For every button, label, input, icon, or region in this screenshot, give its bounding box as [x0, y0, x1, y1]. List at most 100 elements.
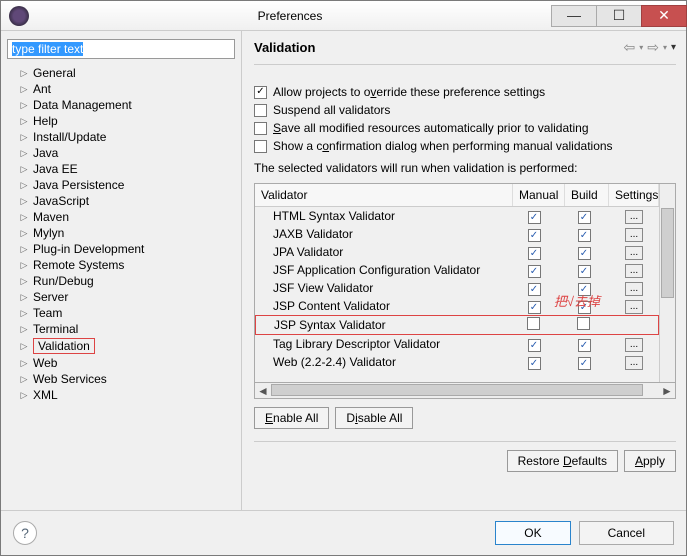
back-icon[interactable]: ⇦	[623, 39, 635, 56]
build-checkbox[interactable]	[578, 211, 591, 224]
ok-button[interactable]: OK	[495, 521, 570, 545]
manual-checkbox[interactable]	[528, 229, 541, 242]
hscroll-right-icon[interactable]: ►	[659, 384, 675, 398]
expand-arrow-icon[interactable]: ▷	[19, 324, 29, 335]
confirm-checkbox[interactable]	[254, 140, 267, 153]
manual-checkbox[interactable]	[528, 247, 541, 260]
save-checkbox[interactable]	[254, 122, 267, 135]
expand-arrow-icon[interactable]: ▷	[19, 341, 29, 352]
vertical-scrollbar[interactable]	[659, 184, 675, 382]
build-checkbox[interactable]	[578, 265, 591, 278]
close-button[interactable]: ✕	[641, 5, 687, 27]
expand-arrow-icon[interactable]: ▷	[19, 228, 29, 239]
tree-item-mylyn[interactable]: ▷Mylyn	[7, 225, 235, 241]
expand-arrow-icon[interactable]: ▷	[19, 358, 29, 369]
enable-all-button[interactable]: Enable All	[254, 407, 329, 429]
cancel-button[interactable]: Cancel	[579, 521, 674, 545]
expand-arrow-icon[interactable]: ▷	[19, 244, 29, 255]
filter-input[interactable]: type filter text	[7, 39, 235, 59]
tree-item-server[interactable]: ▷Server	[7, 289, 235, 305]
tree-item-team[interactable]: ▷Team	[7, 305, 235, 321]
manual-checkbox[interactable]	[527, 317, 540, 330]
tree-item-plug-in-development[interactable]: ▷Plug-in Development	[7, 241, 235, 257]
suspend-checkbox[interactable]	[254, 104, 267, 117]
table-row[interactable]: JSF Application Configuration Validator.…	[255, 261, 659, 279]
expand-arrow-icon[interactable]: ▷	[19, 100, 29, 111]
table-row[interactable]: Web (2.2-2.4) Validator...	[255, 353, 659, 371]
back-dropdown-icon[interactable]: ▾	[639, 43, 643, 52]
tree-item-java-persistence[interactable]: ▷Java Persistence	[7, 177, 235, 193]
vertical-scrollbar-thumb[interactable]	[661, 208, 674, 298]
tree-item-install-update[interactable]: ▷Install/Update	[7, 129, 235, 145]
expand-arrow-icon[interactable]: ▷	[19, 116, 29, 127]
tree-item-ant[interactable]: ▷Ant	[7, 81, 235, 97]
apply-button[interactable]: Apply	[624, 450, 676, 472]
build-checkbox[interactable]	[578, 229, 591, 242]
expand-arrow-icon[interactable]: ▷	[19, 164, 29, 175]
tree-item-maven[interactable]: ▷Maven	[7, 209, 235, 225]
settings-button[interactable]: ...	[625, 264, 643, 278]
settings-button[interactable]: ...	[625, 210, 643, 224]
manual-checkbox[interactable]	[528, 265, 541, 278]
expand-arrow-icon[interactable]: ▷	[19, 308, 29, 319]
expand-arrow-icon[interactable]: ▷	[19, 148, 29, 159]
settings-button[interactable]: ...	[625, 338, 643, 352]
table-row[interactable]: JPA Validator...	[255, 243, 659, 261]
minimize-button[interactable]: —	[551, 5, 597, 27]
expand-arrow-icon[interactable]: ▷	[19, 374, 29, 385]
manual-checkbox[interactable]	[528, 283, 541, 296]
manual-checkbox[interactable]	[528, 301, 541, 314]
tree-item-xml[interactable]: ▷XML	[7, 387, 235, 403]
tree-item-web[interactable]: ▷Web	[7, 355, 235, 371]
tree-item-java[interactable]: ▷Java	[7, 145, 235, 161]
col-manual[interactable]: Manual	[513, 184, 565, 206]
confirm-row[interactable]: Show a confirmation dialog when performi…	[254, 137, 676, 155]
table-row[interactable]: JSP Syntax Validator	[255, 315, 659, 335]
manual-checkbox[interactable]	[528, 211, 541, 224]
expand-arrow-icon[interactable]: ▷	[19, 212, 29, 223]
settings-button[interactable]: ...	[625, 300, 643, 314]
col-build[interactable]: Build	[565, 184, 609, 206]
preferences-tree[interactable]: ▷General▷Ant▷Data Management▷Help▷Instal…	[7, 59, 235, 502]
disable-all-button[interactable]: Disable All	[335, 407, 413, 429]
maximize-button[interactable]: ☐	[596, 5, 642, 27]
forward-dropdown-icon[interactable]: ▾	[663, 43, 667, 52]
manual-checkbox[interactable]	[528, 357, 541, 370]
build-checkbox[interactable]	[578, 339, 591, 352]
expand-arrow-icon[interactable]: ▷	[19, 390, 29, 401]
menu-dropdown-icon[interactable]: ▾	[671, 42, 676, 53]
suspend-row[interactable]: Suspend all validators	[254, 101, 676, 119]
expand-arrow-icon[interactable]: ▷	[19, 132, 29, 143]
table-row[interactable]: Tag Library Descriptor Validator...	[255, 335, 659, 353]
manual-checkbox[interactable]	[528, 339, 541, 352]
save-row[interactable]: Save all modified resources automaticall…	[254, 119, 676, 137]
tree-item-data-management[interactable]: ▷Data Management	[7, 97, 235, 113]
tree-item-terminal[interactable]: ▷Terminal	[7, 321, 235, 337]
col-validator[interactable]: Validator	[255, 184, 513, 206]
tree-item-java-ee[interactable]: ▷Java EE	[7, 161, 235, 177]
expand-arrow-icon[interactable]: ▷	[19, 84, 29, 95]
horizontal-scrollbar-thumb[interactable]	[271, 384, 643, 396]
allow-override-row[interactable]: Allow projects to override these prefere…	[254, 83, 676, 101]
table-row[interactable]: JAXB Validator...	[255, 225, 659, 243]
settings-button[interactable]: ...	[625, 356, 643, 370]
tree-item-help[interactable]: ▷Help	[7, 113, 235, 129]
expand-arrow-icon[interactable]: ▷	[19, 180, 29, 191]
allow-override-checkbox[interactable]	[254, 86, 267, 99]
horizontal-scrollbar[interactable]: ◄ ►	[254, 383, 676, 399]
restore-defaults-button[interactable]: Restore Defaults	[507, 450, 618, 472]
expand-arrow-icon[interactable]: ▷	[19, 260, 29, 271]
build-checkbox[interactable]	[578, 247, 591, 260]
tree-item-general[interactable]: ▷General	[7, 65, 235, 81]
settings-button[interactable]: ...	[625, 246, 643, 260]
tree-item-web-services[interactable]: ▷Web Services	[7, 371, 235, 387]
expand-arrow-icon[interactable]: ▷	[19, 292, 29, 303]
expand-arrow-icon[interactable]: ▷	[19, 68, 29, 79]
forward-icon[interactable]: ⇨	[647, 39, 659, 56]
build-checkbox[interactable]	[578, 357, 591, 370]
hscroll-left-icon[interactable]: ◄	[255, 384, 271, 398]
help-icon[interactable]: ?	[13, 521, 37, 545]
build-checkbox[interactable]	[577, 317, 590, 330]
settings-button[interactable]: ...	[625, 228, 643, 242]
expand-arrow-icon[interactable]: ▷	[19, 276, 29, 287]
